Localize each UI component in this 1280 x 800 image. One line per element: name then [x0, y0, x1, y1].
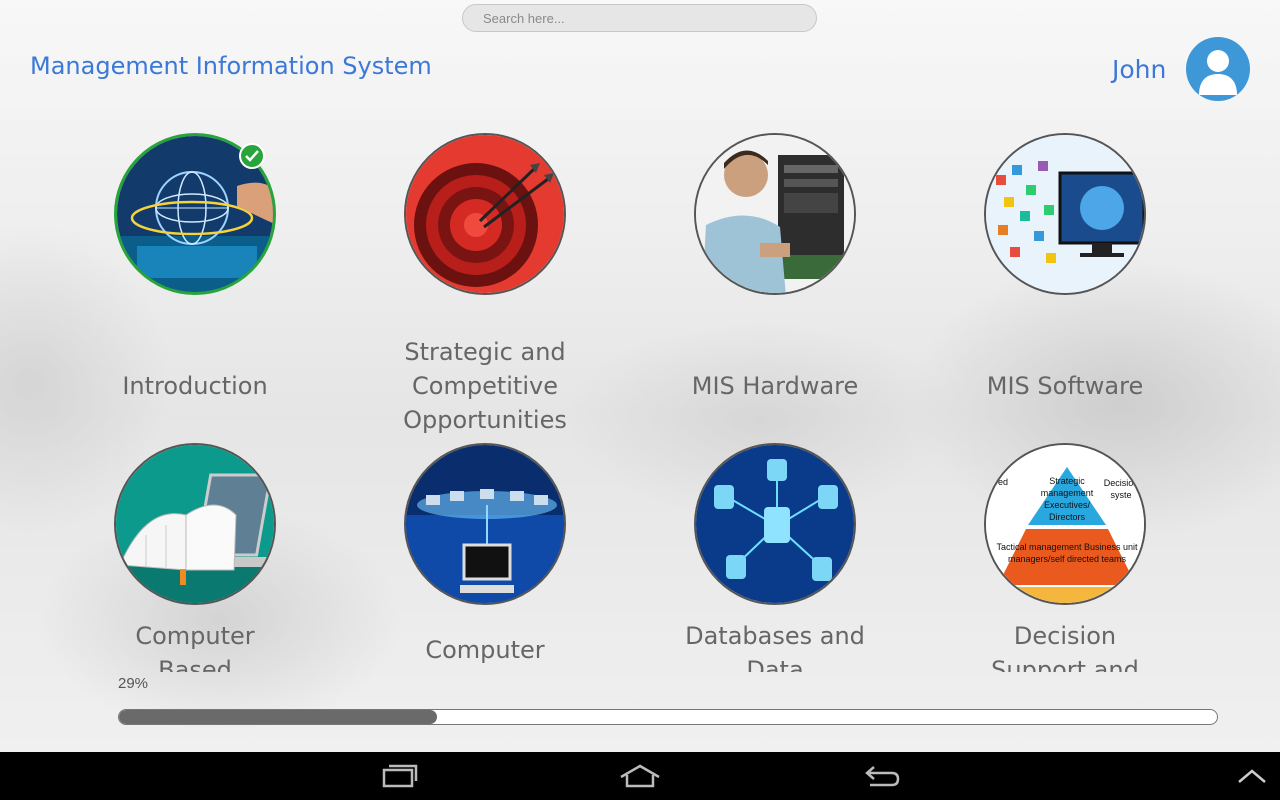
topic-tile-introduction[interactable]: Introduction [70, 133, 320, 491]
topic-label: Computer Based [135, 622, 255, 672]
back-icon[interactable] [842, 752, 922, 800]
topic-grid-row-2: Computer Based Computer Databases and Da… [0, 440, 1280, 672]
topic-label: Computer [425, 636, 545, 664]
network-computer-icon [404, 443, 566, 605]
pyramid-left-fragment: ured [990, 477, 1009, 487]
topic-tile-computer-based[interactable]: Computer Based [70, 443, 320, 672]
topic-tile-computer[interactable]: Computer [360, 443, 610, 672]
topic-label: Strategic and Competitive Opportunities [403, 338, 567, 434]
pyramid-top-text: Strategic management Executives/ Directo… [1040, 476, 1094, 522]
progress-fill [119, 710, 438, 724]
user-name[interactable]: John [1112, 55, 1166, 84]
topic-tile-decision-support[interactable]: Strategic management Executives/ Directo… [940, 443, 1190, 672]
recent-apps-icon[interactable] [360, 752, 440, 800]
system-nav-bar [0, 752, 1280, 800]
management-pyramid-icon: Strategic management Executives/ Directo… [984, 443, 1146, 605]
topic-label: MIS Hardware [691, 372, 859, 400]
topic-tile-strategic[interactable]: Strategic and Competitive Opportunities [360, 133, 610, 491]
topic-tile-mis-hardware[interactable]: MIS Hardware [650, 133, 900, 491]
target-dart-icon [404, 133, 566, 295]
progress-percent: 29% [118, 675, 149, 692]
search-input[interactable] [462, 4, 817, 32]
app-title: Management Information System [30, 52, 432, 80]
topic-label: Introduction [122, 372, 268, 400]
home-icon[interactable] [600, 752, 680, 800]
progress-bar [118, 709, 1218, 725]
software-apps-monitor-icon [984, 133, 1146, 295]
topic-tile-databases[interactable]: Databases and Data [650, 443, 900, 672]
topic-label: Decision Support and [991, 622, 1139, 672]
chevron-up-icon[interactable] [1212, 752, 1280, 800]
technician-computer-icon [694, 133, 856, 295]
database-network-icon [694, 443, 856, 605]
pyramid-middle-text: Tactical management Business unit manage… [996, 542, 1138, 564]
topic-label: Databases and Data [685, 622, 865, 672]
user-avatar-icon[interactable] [1186, 37, 1250, 101]
pyramid-right-fragment: Decision syste [1103, 478, 1139, 500]
completed-check-icon [239, 143, 265, 169]
topic-tile-mis-software[interactable]: MIS Software [940, 133, 1190, 491]
topic-label: MIS Software [986, 372, 1144, 400]
book-laptop-icon [114, 443, 276, 605]
